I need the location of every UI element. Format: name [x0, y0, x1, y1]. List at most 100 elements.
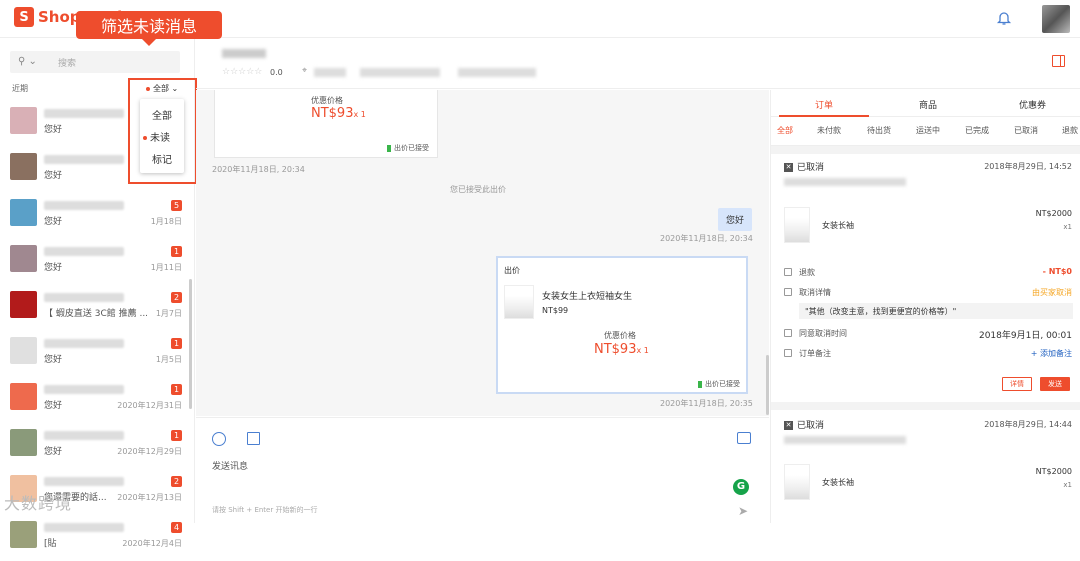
offer-accepted-text: 出价已接受 [394, 144, 429, 152]
conversation-item[interactable]: [貼 2020年12月4日 4 [0, 515, 190, 561]
emoji-icon[interactable] [212, 432, 226, 446]
contact-info [360, 68, 440, 77]
conversation-item[interactable]: 您好 1月11日 1 [0, 239, 190, 285]
agree-cancel-time: 2018年9月1日, 00:01 [978, 331, 1072, 341]
unread-badge: 1 [171, 384, 182, 395]
agree-cancel-label: 同意取消时间 [799, 329, 847, 338]
product-name: 女装女生上衣短袖女生 [542, 292, 633, 302]
send-order-button[interactable]: 发送 [1040, 377, 1070, 391]
status-tab-completed[interactable]: 已完成 [965, 125, 989, 136]
active-tab-underline [779, 115, 869, 117]
filter-option-flagged[interactable]: 标记 [152, 151, 172, 166]
accepted-icon [698, 380, 702, 388]
unread-badge: 2 [171, 476, 182, 487]
offer-price: NT$93x 1 [311, 106, 366, 121]
conversation-date: 2020年12月31日 [117, 401, 182, 410]
message-timestamp: 2020年11月18日, 20:34 [212, 165, 305, 174]
refund-icon [784, 268, 792, 276]
offer-accepted-text: 出价已接受 [705, 380, 740, 388]
product-thumbnail [504, 285, 534, 319]
offer-title: 出价 [504, 266, 520, 275]
messages-scrollbar[interactable] [766, 355, 769, 415]
status-tab-refund[interactable]: 退款 [1062, 125, 1078, 136]
contact-name [222, 49, 266, 58]
toggle-panel-icon[interactable] [1052, 55, 1065, 67]
status-tab-unpaid[interactable]: 未付款 [817, 125, 841, 136]
search-box[interactable]: ⚲ ⌄ 搜索 [10, 51, 180, 73]
message-timestamp: 2020年11月18日, 20:34 [660, 234, 753, 243]
add-note-link[interactable]: + 添加备注 [1031, 348, 1072, 359]
contact-name [44, 523, 124, 532]
message-composer: 发送讯息 G 请按 Shift + Enter 开始新的一行 ➤ [196, 417, 769, 523]
conversation-item[interactable]: 您好 2020年12月29日 1 [0, 423, 190, 469]
order-product-name: 女装长袖 [822, 478, 854, 487]
unread-badge: 4 [171, 522, 182, 533]
sidebar-scrollbar[interactable] [189, 279, 192, 409]
filter-option-unread[interactable]: 未读 [143, 129, 170, 144]
offer-label: 优惠价格 [311, 96, 343, 105]
rating-stars: ☆☆☆☆☆ [222, 67, 263, 77]
cancelled-icon: ✕ [784, 421, 793, 430]
note-icon [784, 349, 792, 357]
conversation-date: 1月11日 [150, 263, 182, 272]
contact-name [44, 201, 124, 210]
unread-badge: 1 [171, 246, 182, 257]
conversation-item[interactable]: 您好 1月18日 5 [0, 193, 190, 239]
offer-price-value: NT$93 [311, 106, 354, 121]
tab-products[interactable]: 商品 [919, 98, 937, 111]
message-preview: 您好 [44, 355, 63, 365]
status-tab-all[interactable]: 全部 [777, 125, 793, 136]
contact-name [44, 477, 124, 486]
accepted-icon [387, 144, 391, 152]
message-preview: 您好 [44, 263, 63, 273]
offer-price: NT$93x 1 [594, 342, 649, 357]
status-tab-cancelled[interactable]: 已取消 [1014, 125, 1038, 136]
message-area: 优惠价格 NT$93x 1 出价已接受 2020年11月18日, 20:34 您… [196, 90, 769, 416]
bell-icon[interactable] [996, 10, 1012, 26]
unread-badge: 1 [171, 338, 182, 349]
contact-name [44, 109, 124, 118]
cancelled-icon: ✕ [784, 163, 793, 172]
message-timestamp: 2020年11月18日, 20:35 [660, 399, 753, 408]
chat-header: ☆☆☆☆☆ 0.0 ⌖ [196, 39, 1080, 89]
order-status: ✕ 已取消 [784, 418, 824, 431]
contact-info [458, 68, 536, 77]
conversation-date: 1月18日 [150, 217, 182, 226]
order-id [784, 178, 906, 186]
contact-avatar [10, 521, 37, 548]
offer-accepted: 出价已接受 [698, 379, 740, 389]
message-input[interactable]: 发送讯息 [212, 459, 248, 472]
conversation-item[interactable]: 您好 2020年12月31日 1 [0, 377, 190, 423]
contact-avatar [10, 107, 37, 134]
recent-label: 近期 [12, 84, 28, 93]
user-avatar[interactable] [1042, 5, 1070, 33]
order-product-price: NT$2000 [1035, 209, 1072, 218]
search-input[interactable]: 搜索 [58, 56, 76, 69]
order-id [784, 436, 906, 444]
filter-option-all[interactable]: 全部 [152, 107, 172, 122]
tab-coupons[interactable]: 优惠券 [1019, 98, 1046, 111]
conversation-item[interactable]: 【 蝦皮直送 3C館 推薦 ... 1月7日 2 [0, 285, 190, 331]
conversation-item[interactable]: 您好 1月5日 1 [0, 331, 190, 377]
sticker-icon[interactable] [737, 432, 751, 444]
image-upload-icon[interactable] [247, 432, 260, 445]
watermark: 大数跨境 [4, 494, 73, 513]
annotation-callout: 筛选未读消息 [76, 11, 222, 46]
contact-name [44, 339, 124, 348]
contact-avatar [10, 383, 37, 410]
order-product-thumbnail [784, 207, 810, 243]
order-product-thumbnail [784, 464, 810, 500]
status-tab-shipping[interactable]: 运送中 [916, 125, 940, 136]
tab-orders[interactable]: 订单 [815, 98, 833, 111]
grammarly-icon[interactable]: G [733, 479, 749, 495]
filter-option-unread-label: 未读 [150, 133, 170, 144]
status-tab-to-ship[interactable]: 待出货 [867, 125, 891, 136]
contact-avatar [10, 337, 37, 364]
contact-avatar [10, 245, 37, 272]
offer-card: 优惠价格 NT$93x 1 出价已接受 [214, 90, 438, 158]
contact-name [44, 385, 124, 394]
order-status-text: 已取消 [797, 421, 825, 431]
send-icon[interactable]: ➤ [738, 504, 748, 518]
detail-button[interactable]: 详情 [1002, 377, 1032, 391]
contact-info [314, 68, 346, 77]
